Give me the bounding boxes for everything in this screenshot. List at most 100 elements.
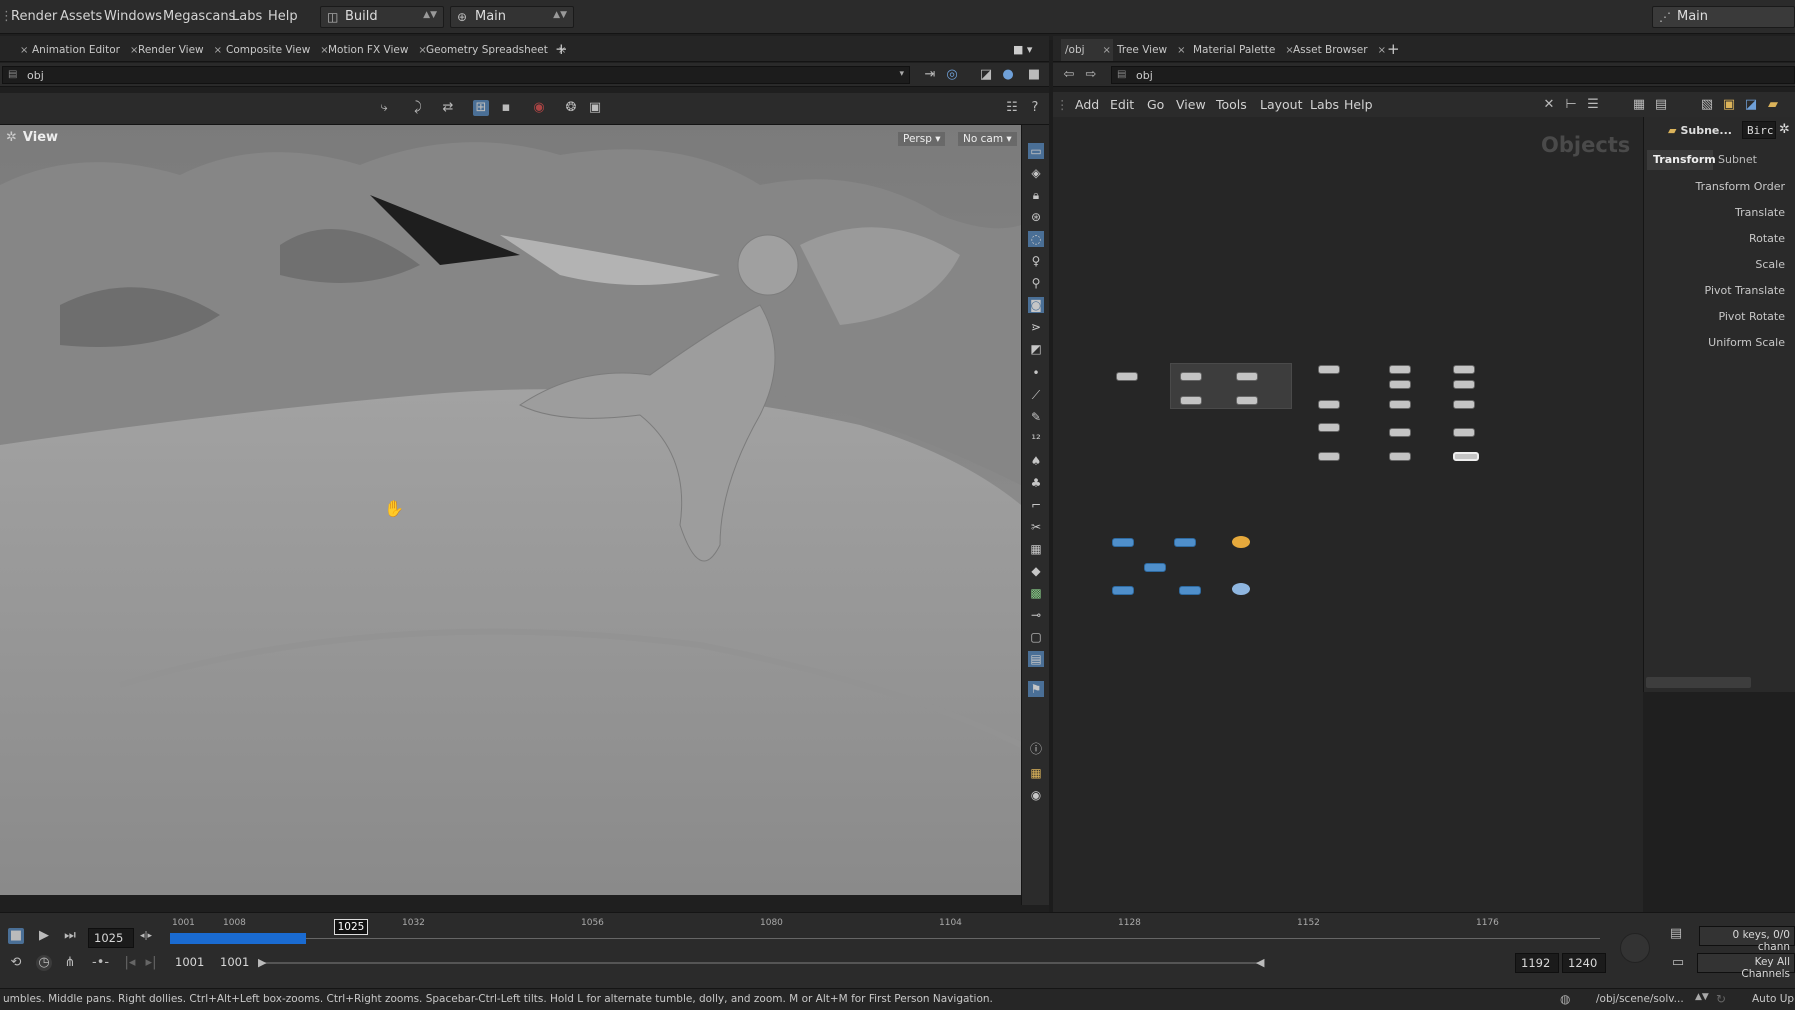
camera-node[interactable] (1174, 538, 1196, 547)
keyframe-icon[interactable]: ⋔ (62, 955, 78, 971)
network-menu-layout[interactable]: Layout (1260, 97, 1303, 112)
network-node[interactable] (1453, 428, 1475, 437)
wireframe-icon[interactable]: ▪ (498, 100, 514, 116)
key-dial[interactable] (1620, 933, 1650, 963)
tab-composite-view[interactable]: Composite View × (226, 39, 329, 61)
jump-end-icon[interactable]: ⏭ (62, 928, 78, 944)
wrench-icon[interactable]: ✕ (1541, 97, 1557, 113)
network-node[interactable] (1389, 365, 1411, 374)
right-path-field[interactable]: ▤ obj (1111, 66, 1795, 84)
snap-icon[interactable]: ⇄ (440, 100, 456, 116)
viewport-gear-icon[interactable]: ✲ (6, 130, 17, 145)
pin-icon[interactable]: ⇥ (922, 67, 938, 83)
network-node[interactable] (1318, 400, 1340, 409)
camera-icon[interactable]: ⊛ (1028, 209, 1044, 225)
background-icon[interactable]: ▭ (1028, 143, 1044, 159)
current-frame-marker[interactable]: 1025 (334, 919, 368, 935)
tree-icon[interactable]: ⊢ (1563, 97, 1579, 113)
range-slider[interactable] (262, 962, 1262, 964)
persp-menu[interactable]: Persp ▾ (898, 132, 946, 146)
sticky-note-icon[interactable]: ▣ (1721, 97, 1737, 113)
next-key-icon[interactable]: ▸| (143, 955, 159, 971)
param-gear-icon[interactable]: ✲ (1779, 122, 1790, 137)
checker-icon[interactable]: ▦ (1028, 541, 1044, 557)
help-icon[interactable]: ? (1027, 100, 1043, 116)
geometry-icon[interactable]: ◩ (1028, 341, 1044, 357)
menu-labs[interactable]: Labs (232, 9, 262, 24)
loop-icon[interactable]: ⟲ (8, 955, 24, 971)
menu-megascans[interactable]: Megascans (163, 9, 235, 24)
eye-icon[interactable]: ◉ (1028, 787, 1044, 803)
handle-icon[interactable]: ⊸ (1028, 607, 1044, 623)
refresh-icon[interactable]: ↻ (1716, 992, 1726, 1006)
camera-layers-icon[interactable]: ◪ (978, 67, 994, 83)
network-menu-help[interactable]: Help (1344, 97, 1373, 112)
back-arrow-icon[interactable]: ⇦ (1061, 67, 1077, 83)
menu-windows[interactable]: Windows (104, 9, 162, 24)
scene-viewport[interactable]: ✲ View Persp ▾ No cam ▾ ✋ (0, 125, 1021, 895)
network-node[interactable] (1389, 428, 1411, 437)
param-tab-transform[interactable]: Transform (1647, 150, 1716, 170)
network-node[interactable] (1453, 365, 1475, 374)
range-end-handle-icon[interactable]: ◀ (1256, 956, 1264, 969)
range-start-field[interactable]: 1001 (170, 953, 210, 973)
menu-render[interactable]: Render (11, 9, 57, 24)
tab-render-view[interactable]: Render View × (138, 39, 222, 61)
status-path-arrows-icon[interactable]: ▲▼ (1695, 992, 1709, 1002)
box-icon[interactable]: ▢ (1028, 629, 1044, 645)
display-icon[interactable]: ■ (1026, 67, 1042, 83)
add-right-tab-icon[interactable]: + (1387, 40, 1400, 58)
info-icon[interactable]: ⓘ (1028, 741, 1044, 757)
network-node[interactable] (1389, 400, 1411, 409)
network-menu-view[interactable]: View (1176, 97, 1206, 112)
timeline-track[interactable] (170, 938, 1600, 939)
select-mode-icon[interactable]: ⤷ (376, 100, 392, 116)
play-icon[interactable]: ▶ (36, 928, 52, 944)
stamp-icon[interactable]: ♣ (1028, 475, 1044, 491)
camera-node[interactable] (1112, 538, 1134, 547)
layers-icon[interactable]: ◈ (1028, 165, 1044, 181)
image-icon[interactable]: ◪ (1743, 97, 1759, 113)
step-frame-icon[interactable]: ◂|▸ (138, 928, 154, 944)
key-settings-icon[interactable]: ▭ (1670, 955, 1686, 971)
network-menu-add[interactable]: Add (1075, 97, 1099, 112)
tab-geometry-spreadsheet[interactable]: Geometry Spreadsheet × (426, 39, 566, 61)
flipbook-icon[interactable]: ▣ (587, 100, 603, 116)
pin-light-icon[interactable]: ⚲ (1028, 275, 1044, 291)
param-node-field[interactable]: Birc (1742, 121, 1776, 139)
network-node[interactable] (1453, 400, 1475, 409)
shading-icon[interactable]: ● (1000, 67, 1016, 83)
camera-node[interactable] (1179, 586, 1201, 595)
viewport-camera-icon[interactable]: ◙ (1028, 297, 1044, 313)
grid-layout-icon[interactable]: ▦ (1028, 765, 1044, 781)
left-path-dropdown-icon[interactable]: ▾ (899, 69, 904, 79)
prev-key-icon[interactable]: |◂ (122, 955, 138, 971)
tiles-icon[interactable]: ▤ (1653, 97, 1669, 113)
grid-view-icon[interactable]: ▦ (1631, 97, 1647, 113)
param-tab-subnet[interactable]: Subnet (1718, 153, 1757, 166)
network-menu-tools[interactable]: Tools (1216, 97, 1247, 112)
environment-light-node[interactable] (1232, 583, 1250, 595)
brush-icon[interactable]: ⟋ (1028, 387, 1044, 403)
list-icon[interactable]: ☰ (1585, 97, 1601, 113)
scene-view-icon[interactable]: ▤ (1028, 651, 1044, 667)
network-menu-labs[interactable]: Labs (1310, 97, 1339, 112)
key-all-channels-button[interactable]: Key All Channels (1697, 953, 1795, 980)
network-editor[interactable]: Objects (1053, 117, 1643, 912)
param-scrollbar[interactable] (1646, 677, 1751, 688)
auto-update-menu[interactable]: Auto Up (1752, 993, 1794, 1005)
link-icon[interactable]: ◎ (944, 67, 960, 83)
camera-node[interactable] (1144, 563, 1166, 572)
record-icon[interactable]: ◉ (531, 100, 547, 116)
number-icon[interactable]: ¹² (1028, 431, 1044, 447)
audio-icon[interactable]: ▤ (1668, 926, 1684, 942)
tab-scroll-left[interactable]: × (10, 39, 28, 61)
desktop-selector[interactable]: ◫ Build ▲▼ (320, 6, 444, 28)
chat-icon[interactable]: ◍ (1560, 992, 1570, 1006)
vector-icon[interactable]: ⋗ (1028, 319, 1044, 335)
range-end-field[interactable]: 1192 (1515, 953, 1559, 973)
network-menu-edit[interactable]: Edit (1110, 97, 1134, 112)
pane-layout-icon[interactable]: ■ ▾ (1013, 43, 1032, 56)
uv-icon[interactable]: ▩ (1028, 585, 1044, 601)
folder-icon[interactable]: ▰ (1765, 97, 1781, 113)
